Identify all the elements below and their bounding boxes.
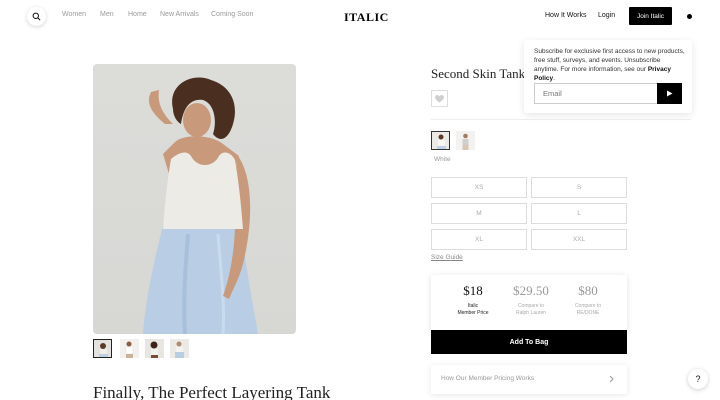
nav-men[interactable]: Men bbox=[100, 11, 114, 18]
price-label: Compare to bbox=[574, 303, 602, 309]
nav-women[interactable]: Women bbox=[62, 11, 86, 18]
product-main-image[interactable] bbox=[93, 64, 296, 334]
size-option-s[interactable]: S bbox=[531, 177, 627, 198]
price-compare-1: $29.50 Compare to Ralph Lauren bbox=[506, 283, 556, 317]
thumbnail-1[interactable] bbox=[93, 339, 112, 358]
size-option-xxl[interactable]: XXL bbox=[531, 229, 627, 250]
login-link[interactable]: Login bbox=[598, 12, 615, 19]
size-option-l[interactable]: L bbox=[531, 203, 627, 224]
add-to-bag-button[interactable]: Add To Bag bbox=[431, 330, 627, 354]
wishlist-button[interactable] bbox=[431, 90, 448, 107]
price-value: $18 bbox=[463, 283, 483, 298]
model-illustration bbox=[143, 77, 258, 334]
color-swatch-white[interactable] bbox=[431, 131, 450, 150]
price-label: Compare to bbox=[517, 303, 545, 309]
divider bbox=[431, 119, 691, 120]
thumbnail-2[interactable] bbox=[120, 339, 139, 358]
price-label: Member Price bbox=[457, 310, 489, 316]
heart-icon bbox=[435, 94, 444, 103]
how-it-works-link[interactable]: How It Works bbox=[545, 12, 587, 19]
size-option-xl[interactable]: XL bbox=[431, 229, 527, 250]
email-submit-button[interactable] bbox=[657, 83, 682, 104]
product-title: Second Skin Tank bbox=[431, 66, 526, 81]
play-arrow-icon bbox=[667, 90, 673, 97]
search-icon bbox=[32, 12, 41, 21]
price-italic: $18 Italic Member Price bbox=[448, 283, 498, 317]
join-button[interactable]: Join Italic bbox=[629, 7, 672, 25]
price-label: RE/DONE bbox=[576, 310, 600, 316]
nav-coming-soon[interactable]: Coming Soon bbox=[211, 11, 253, 18]
thumbnail-3[interactable] bbox=[145, 339, 164, 358]
email-field[interactable] bbox=[534, 83, 658, 104]
cart-dot-icon[interactable] bbox=[687, 14, 692, 19]
price-value: $80 bbox=[578, 283, 598, 298]
chevron-right-icon bbox=[609, 375, 614, 383]
price-value: $29.50 bbox=[513, 283, 549, 298]
thumbnail-4[interactable] bbox=[170, 339, 189, 358]
size-option-m[interactable]: M bbox=[431, 203, 527, 224]
search-button[interactable] bbox=[27, 7, 46, 26]
subscribe-popup: Subscribe for exclusive first access to … bbox=[524, 40, 692, 113]
member-pricing-label: How Our Member Pricing Works bbox=[441, 375, 535, 382]
subscribe-text: Subscribe for exclusive first access to … bbox=[534, 47, 686, 83]
site-header: Women Men Home New Arrivals Coming Soon … bbox=[0, 0, 720, 32]
selected-color-label: White bbox=[434, 156, 451, 163]
nav-home[interactable]: Home bbox=[128, 11, 147, 18]
site-logo[interactable]: ITALIC bbox=[344, 10, 389, 25]
price-label: Italic bbox=[467, 303, 479, 309]
color-swatch-alt[interactable] bbox=[456, 131, 475, 150]
subscribe-period: . bbox=[553, 75, 555, 82]
size-guide-link[interactable]: Size Guide bbox=[431, 254, 463, 261]
section-heading: Finally, The Perfect Layering Tank bbox=[93, 383, 331, 400]
size-option-xs[interactable]: XS bbox=[431, 177, 527, 198]
member-pricing-link[interactable]: How Our Member Pricing Works bbox=[431, 365, 627, 394]
price-compare-2: $80 Compare to RE/DONE bbox=[563, 283, 613, 317]
help-button[interactable]: ? bbox=[688, 369, 708, 389]
price-comparison-card: $18 Italic Member Price $29.50 Compare t… bbox=[431, 275, 627, 330]
nav-new-arrivals[interactable]: New Arrivals bbox=[160, 11, 199, 18]
price-label: Ralph Lauren bbox=[515, 310, 547, 316]
